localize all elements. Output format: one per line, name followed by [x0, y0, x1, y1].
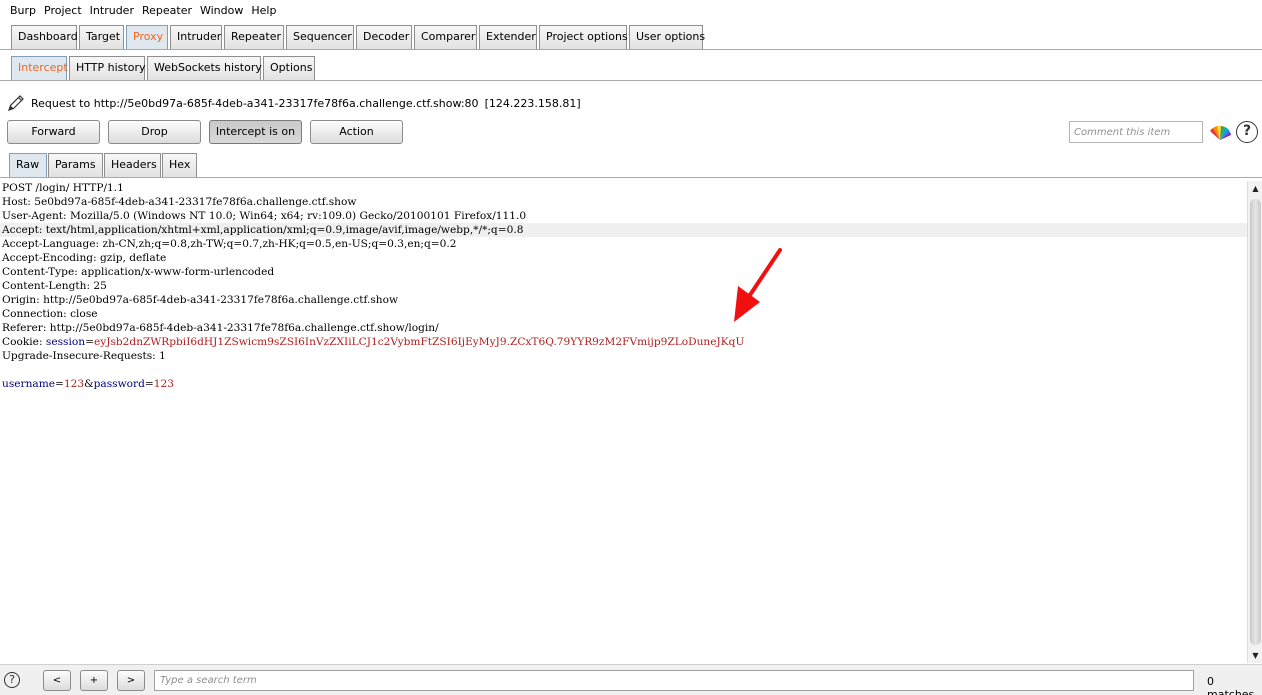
param-password-name: password: [93, 378, 145, 390]
forward-button[interactable]: Forward: [7, 120, 100, 144]
tab-hex[interactable]: Hex: [162, 153, 197, 177]
menu-window[interactable]: Window: [196, 0, 247, 22]
tab-params[interactable]: Params: [48, 153, 103, 177]
request-line-8: Origin: http://5e0bd97a-685f-4deb-a341-2…: [2, 294, 399, 306]
intercept-toggle-button[interactable]: Intercept is on: [209, 120, 302, 144]
request-line-2: User-Agent: Mozilla/5.0 (Windows NT 10.0…: [2, 210, 527, 222]
menu-burp[interactable]: Burp: [6, 0, 40, 22]
add-search-button[interactable]: +: [80, 670, 108, 691]
tab-options[interactable]: Options: [263, 56, 315, 80]
tab-intruder[interactable]: Intruder: [170, 25, 222, 49]
menu-intruder[interactable]: Intruder: [86, 0, 138, 22]
request-line-6: Content-Type: application/x-www-form-url…: [2, 266, 275, 278]
menu-project[interactable]: Project: [40, 0, 86, 22]
next-match-button[interactable]: >: [117, 670, 145, 691]
param-username-name: username: [2, 378, 56, 390]
request-url-label: Request to http://5e0bd97a-685f-4deb-a34…: [31, 96, 479, 110]
tab-comparer[interactable]: Comparer: [414, 25, 477, 49]
cookie-session-value: eyJsb2dnZWRpbiI6dHJ1ZSwicm9sZSI6InVzZXIi…: [93, 336, 745, 348]
tab-user-options[interactable]: User options: [629, 25, 705, 49]
previous-match-button[interactable]: <: [43, 670, 71, 691]
help-icon[interactable]: ?: [1236, 121, 1258, 143]
param-username-value: 123: [63, 378, 85, 390]
pencil-icon: [8, 95, 24, 111]
request-line-4: Accept-Language: zh-CN,zh;q=0.8,zh-TW;q=…: [2, 238, 457, 250]
tab-repeater[interactable]: Repeater: [224, 25, 284, 49]
scroll-up-arrow-icon[interactable]: ▲: [1248, 181, 1262, 196]
scroll-down-arrow-icon[interactable]: ▼: [1248, 648, 1262, 663]
request-line-7: Content-Length: 25: [2, 280, 107, 292]
raw-request-editor[interactable]: POST /login/ HTTP/1.1 Host: 5e0bd97a-685…: [0, 181, 1247, 663]
cookie-session-name: session: [45, 336, 86, 348]
cookie-line: Cookie: session=eyJsb2dnZWRpbiI6dHJ1ZSwi…: [0, 335, 1247, 349]
cookie-eq: =: [85, 336, 94, 348]
tab-extender[interactable]: Extender: [479, 25, 537, 49]
request-line-3: Accept: text/html,application/xhtml+xml,…: [0, 223, 1247, 237]
scrollbar-thumb[interactable]: [1250, 199, 1261, 645]
request-ip-label: [124.223.158.81]: [484, 96, 581, 110]
search-input[interactable]: [154, 670, 1194, 691]
highlight-color-icon[interactable]: [1209, 122, 1231, 142]
tab-intercept[interactable]: Intercept: [11, 56, 68, 80]
body-line: username=123&password=123: [0, 377, 1247, 391]
request-line-9: Connection: close: [2, 308, 98, 320]
intercept-toolbar: Forward Drop Intercept is on Action: [7, 120, 411, 144]
tab-project-options[interactable]: Project options: [539, 25, 628, 49]
upgrade-insecure-line: Upgrade-Insecure-Requests: 1: [2, 350, 166, 362]
param-eq-2: =: [144, 378, 154, 390]
tab-websockets-history[interactable]: WebSockets history: [147, 56, 262, 80]
menu-bar: Burp Project Intruder Repeater Window He…: [0, 0, 1262, 22]
tab-headers[interactable]: Headers: [104, 153, 161, 177]
main-tab-bar: Dashboard Target Proxy Intruder Repeater…: [0, 25, 1262, 50]
drop-button[interactable]: Drop: [108, 120, 201, 144]
comment-input[interactable]: [1069, 121, 1203, 143]
match-count: 0 matches: [1207, 675, 1255, 695]
request-info: Request to http://5e0bd97a-685f-4deb-a34…: [6, 93, 581, 113]
proxy-sub-tab-bar: Intercept HTTP history WebSockets histor…: [0, 56, 1262, 81]
tab-http-history[interactable]: HTTP history: [69, 56, 145, 80]
request-line-0: POST /login/ HTTP/1.1: [2, 182, 124, 194]
request-line-5: Accept-Encoding: gzip, deflate: [2, 252, 167, 264]
editor-vertical-scrollbar[interactable]: ▲ ▼: [1247, 181, 1262, 663]
param-password-value: 123: [153, 378, 174, 390]
cookie-header-name: Cookie:: [2, 336, 46, 348]
tab-target[interactable]: Target: [79, 25, 124, 49]
red-arrow-annotation: [734, 248, 782, 322]
tab-decoder[interactable]: Decoder: [356, 25, 412, 49]
param-amp: &: [84, 378, 94, 390]
menu-repeater[interactable]: Repeater: [138, 0, 196, 22]
search-bar: ? < + > 0 matches: [0, 664, 1262, 695]
tab-sequencer[interactable]: Sequencer: [286, 25, 354, 49]
tab-raw[interactable]: Raw: [9, 153, 47, 177]
action-button[interactable]: Action: [310, 120, 403, 144]
request-line-1: Host: 5e0bd97a-685f-4deb-a341-23317fe78f…: [2, 196, 357, 208]
request-line-10: Referer: http://5e0bd97a-685f-4deb-a341-…: [2, 322, 439, 334]
search-help-icon[interactable]: ?: [4, 672, 20, 688]
tab-dashboard[interactable]: Dashboard: [11, 25, 78, 49]
param-eq-1: =: [55, 378, 64, 390]
menu-help[interactable]: Help: [247, 0, 280, 22]
message-tab-bar: Raw Params Headers Hex: [0, 153, 1262, 178]
tab-proxy[interactable]: Proxy: [126, 25, 168, 49]
